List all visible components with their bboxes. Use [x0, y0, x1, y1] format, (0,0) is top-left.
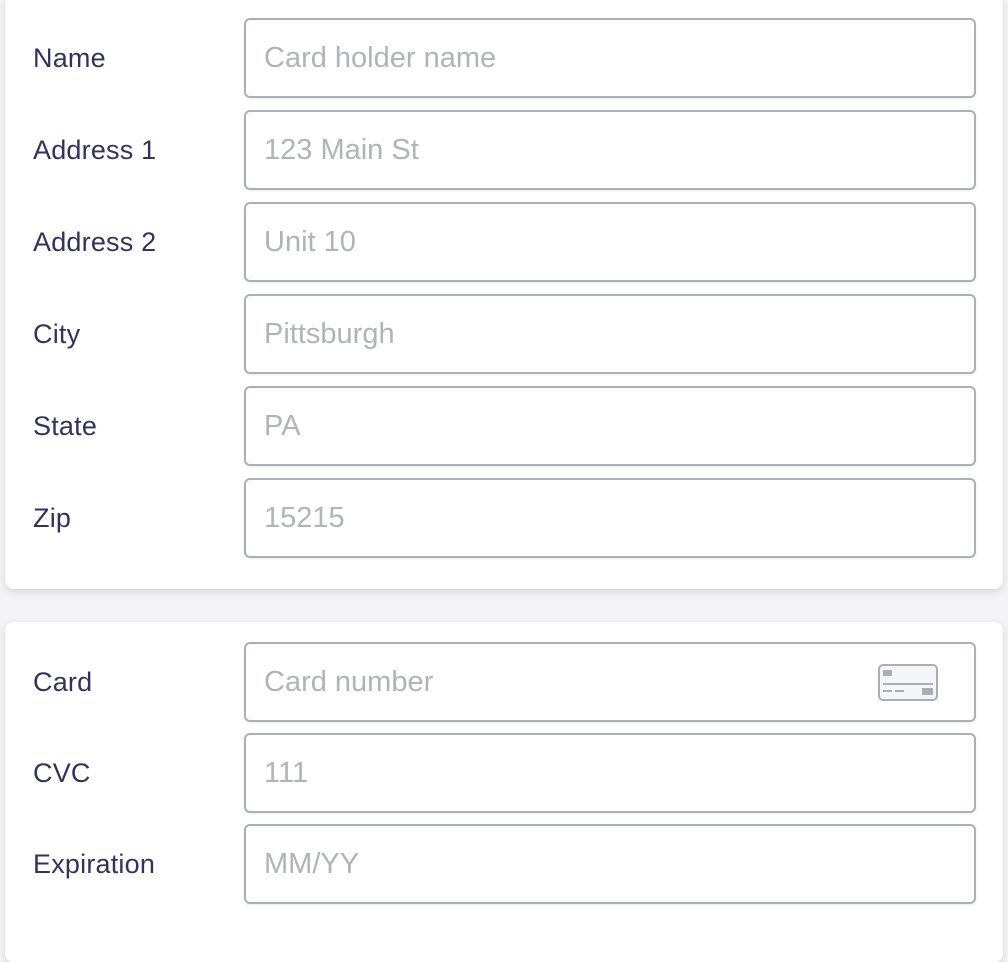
zip-input[interactable]: [264, 480, 884, 556]
zip-row: Zip: [5, 478, 1003, 558]
address1-input[interactable]: [264, 112, 884, 188]
name-input[interactable]: [264, 20, 884, 96]
card-number-row: Card: [5, 642, 1003, 722]
zip-field-box[interactable]: [244, 478, 976, 558]
city-label: City: [33, 319, 81, 349]
state-label: State: [33, 411, 98, 441]
city-row: City: [5, 294, 1003, 374]
state-field-box[interactable]: [244, 386, 976, 466]
expiration-input[interactable]: [264, 826, 884, 902]
card-number-field-box[interactable]: [244, 642, 976, 722]
address2-field-box[interactable]: [244, 202, 976, 282]
expiration-field-box[interactable]: [244, 824, 976, 904]
name-label: Name: [33, 43, 106, 73]
cvc-field-box[interactable]: [244, 733, 976, 813]
address1-row: Address 1: [5, 110, 1003, 190]
cvc-label: CVC: [33, 758, 91, 788]
expiration-label: Expiration: [33, 849, 156, 879]
address1-field-box[interactable]: [244, 110, 976, 190]
state-input[interactable]: [264, 388, 884, 464]
card-label: Card: [33, 667, 93, 697]
zip-label: Zip: [33, 503, 72, 533]
address2-row: Address 2: [5, 202, 1003, 282]
name-field-box[interactable]: [244, 18, 976, 98]
card-panel: Card CVC Expiration: [5, 622, 1003, 962]
address-panel: Name Address 1 Address 2 City State Zip: [5, 0, 1003, 589]
cvc-input[interactable]: [264, 735, 884, 811]
name-row: Name: [5, 18, 1003, 98]
address2-input[interactable]: [264, 204, 884, 280]
expiration-row: Expiration: [5, 824, 1003, 904]
city-field-box[interactable]: [244, 294, 976, 374]
address2-label: Address 2: [33, 227, 157, 257]
credit-card-icon: [878, 664, 938, 701]
card-number-input[interactable]: [264, 644, 884, 720]
cvc-row: CVC: [5, 733, 1003, 813]
city-input[interactable]: [264, 296, 884, 372]
state-row: State: [5, 386, 1003, 466]
address1-label: Address 1: [33, 135, 157, 165]
